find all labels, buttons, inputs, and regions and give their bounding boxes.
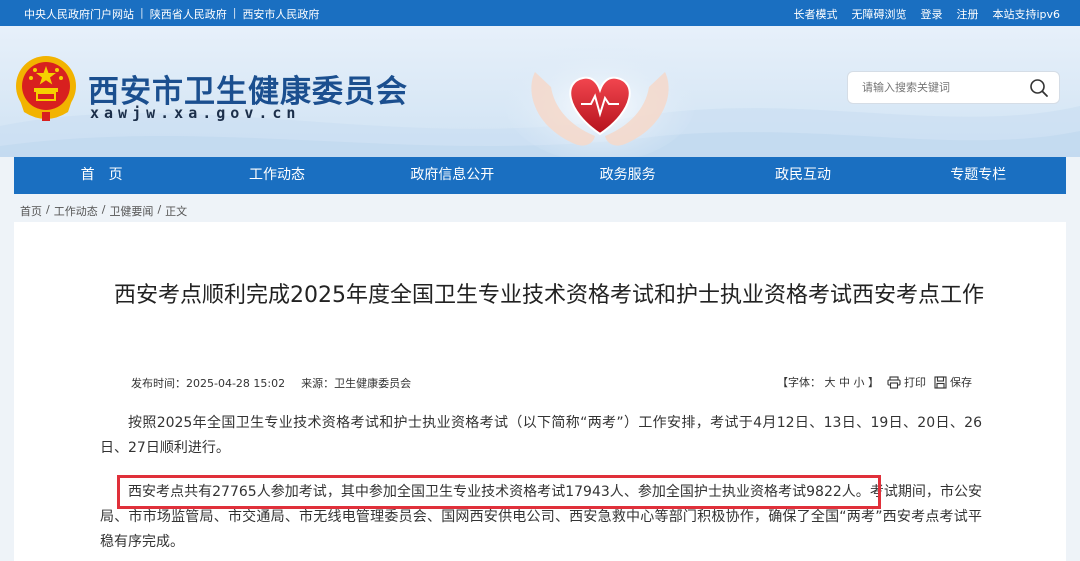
- publish-time: 发布时间：2025-04-28 15:02: [131, 377, 286, 390]
- divider: |: [232, 6, 237, 19]
- article-paragraph-2: 西安考点共有27765人参加考试，其中参加全国卫生专业技术资格考试17943人、…: [100, 484, 982, 550]
- breadcrumb-health-news[interactable]: 卫健要闻: [109, 203, 153, 219]
- nav-item-work-news[interactable]: 工作动态: [189, 157, 364, 194]
- nav-item-home[interactable]: 首 页: [14, 157, 189, 194]
- divider: |: [140, 6, 144, 19]
- article-title: 西安考点顺利完成2025年度全国卫生专业技术资格考试和护士执业资格考试西安考点工…: [114, 283, 984, 308]
- utility-links: 长者模式 无障碍浏览 登录 注册 本站支持ipv6: [793, 6, 1060, 22]
- breadcrumb-current: 正文: [165, 205, 188, 218]
- print-label: 打印: [904, 376, 926, 389]
- article-panel: 西安考点顺利完成2025年度全国卫生专业技术资格考试和护士执业资格考试西安考点工…: [14, 222, 1066, 561]
- print-button[interactable]: 打印: [887, 374, 926, 390]
- article-source: 来源：卫生健康委员会: [301, 377, 412, 390]
- breadcrumb-home[interactable]: 首页: [20, 203, 42, 219]
- site-domain: xawjw.xa.gov.cn: [90, 104, 301, 122]
- save-label: 保存: [950, 376, 972, 389]
- search-input[interactable]: [862, 79, 1022, 97]
- font-size-medium[interactable]: 中: [839, 376, 850, 389]
- save-icon: [934, 375, 947, 389]
- save-button[interactable]: 保存: [934, 374, 972, 390]
- nav-item-gov-info[interactable]: 政府信息公开: [365, 157, 540, 194]
- article-tools: 【字体： 大 中 小 】 打印 保存: [777, 374, 972, 390]
- gov-links: 中央人民政府门户网站 | 陕西省人民政府 | 西安市人民政府: [24, 6, 319, 22]
- article-meta: 发布时间：2025-04-28 15:02 来源：卫生健康委员会: [131, 375, 411, 391]
- elder-mode-link[interactable]: 长者模式: [793, 6, 837, 22]
- article-paragraph-1: 按照2025年全国卫生专业技术资格考试和护士执业资格考试（以下简称“两考”）工作…: [100, 415, 982, 456]
- gov-link-xian[interactable]: 西安市人民政府: [242, 6, 319, 22]
- breadcrumb-separator: /: [46, 203, 50, 216]
- register-link[interactable]: 注册: [956, 6, 978, 22]
- search-icon[interactable]: [1029, 78, 1049, 98]
- main-nav: 首 页 工作动态 政府信息公开 政务服务 政民互动 专题专栏: [14, 157, 1066, 194]
- ipv6-link[interactable]: 本站支持ipv6: [992, 6, 1060, 22]
- breadcrumb-work-news[interactable]: 工作动态: [54, 203, 98, 219]
- breadcrumb-separator: /: [157, 203, 162, 216]
- login-link[interactable]: 登录: [920, 6, 942, 22]
- search-box: [847, 71, 1060, 104]
- national-emblem-icon: [16, 56, 76, 121]
- heart-hands-illustration: [505, 42, 695, 157]
- nav-item-services[interactable]: 政务服务: [540, 157, 715, 194]
- font-size-small[interactable]: 小: [854, 376, 865, 389]
- nav-item-topics[interactable]: 专题专栏: [891, 157, 1066, 194]
- gov-link-shaanxi[interactable]: 陕西省人民政府: [150, 6, 227, 22]
- font-size-large[interactable]: 大: [825, 376, 836, 389]
- printer-icon: [887, 375, 901, 389]
- breadcrumb: 首页 / 工作动态 / 卫健要闻 / 正文: [20, 203, 187, 219]
- gov-link-central[interactable]: 中央人民政府门户网站: [24, 6, 134, 22]
- site-header: 西安市卫生健康委员会 xawjw.xa.gov.cn: [0, 26, 1080, 157]
- nav-item-interaction[interactable]: 政民互动: [715, 157, 890, 194]
- top-bar: 中央人民政府门户网站 | 陕西省人民政府 | 西安市人民政府 长者模式 无障碍浏…: [0, 0, 1080, 26]
- breadcrumb-separator: /: [101, 203, 106, 216]
- accessibility-link[interactable]: 无障碍浏览: [851, 6, 906, 22]
- font-size-control: 【字体： 大 中 小 】: [777, 376, 879, 389]
